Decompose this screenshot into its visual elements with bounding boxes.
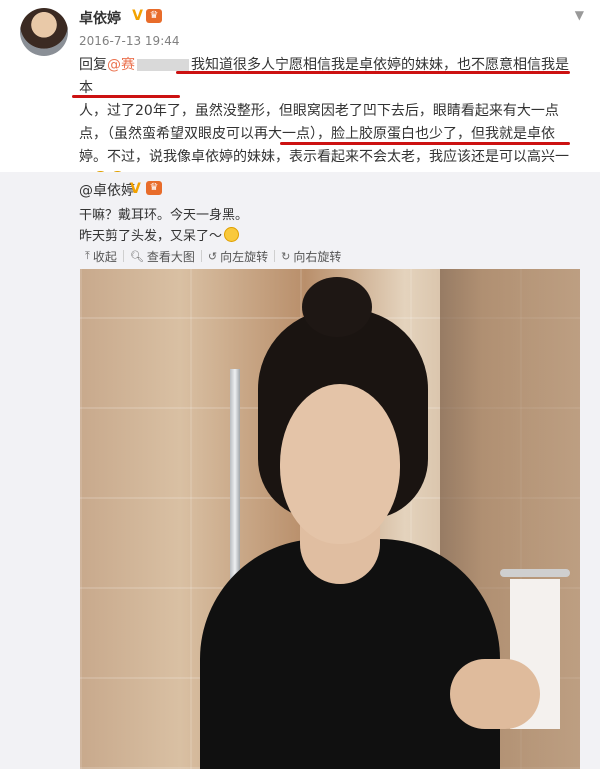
- mention-link[interactable]: @赛: [107, 57, 135, 73]
- chevron-down-icon[interactable]: ▼: [575, 8, 584, 22]
- hands: [450, 659, 540, 729]
- red-underline: [72, 95, 180, 98]
- avatar[interactable]: [20, 8, 68, 56]
- verified-v-icon: V: [132, 8, 143, 24]
- repost-text-line-1: 干嘛？戴耳环。今天一身黑。: [79, 208, 249, 223]
- rotate-right-label: 向右旋转: [293, 249, 342, 264]
- repost-text-line-2: 昨天剪了头发，又呆了～: [79, 225, 241, 244]
- view-large-label: 查看大图: [146, 249, 195, 264]
- repost-author[interactable]: @卓依婷: [79, 180, 135, 200]
- view-large-button[interactable]: 🔍︎ 查看大图: [124, 248, 201, 265]
- repost-text-line-2-text: 昨天剪了头发，又呆了～: [79, 229, 223, 244]
- post-photo[interactable]: [80, 269, 580, 769]
- face: [280, 384, 400, 544]
- member-crown-icon[interactable]: ♛: [146, 9, 162, 23]
- tongue-emoji-icon: [224, 227, 240, 242]
- collapse-icon: ⤒: [85, 249, 90, 262]
- rotate-left-icon: ↺: [207, 249, 218, 263]
- red-underline: [176, 71, 570, 74]
- collapse-button[interactable]: ⤒ 收起: [79, 248, 123, 265]
- hair-bun: [302, 277, 372, 337]
- rotate-left-label: 向左旋转: [220, 249, 269, 264]
- rotate-right-icon: ↻: [281, 249, 291, 263]
- reply-line-2: 人，过了20年了，虽然没整形，但眼窝因老了凹下去后，眼睛看起来有大一点: [79, 103, 559, 119]
- towel-rail: [500, 569, 570, 577]
- member-crown-icon[interactable]: ♛: [146, 181, 162, 195]
- repost-section: @卓依婷 V ♛ 干嘛？戴耳环。今天一身黑。 昨天剪了头发，又呆了～ ⤒ 收起 …: [0, 172, 600, 769]
- post-timestamp[interactable]: 2016-7-13 19:44: [79, 34, 180, 48]
- username[interactable]: 卓依婷: [79, 8, 121, 28]
- image-toolbar: ⤒ 收起 🔍︎ 查看大图 ↺ 向左旋转 ↻ 向右旋转: [79, 247, 347, 265]
- reply-prefix: 回复: [79, 57, 107, 73]
- reply-line-1: 回复@赛 我知道很多人宁愿相信我是卓依婷的妹妹，也不愿意相信我是本: [79, 54, 579, 100]
- red-underline: [280, 142, 570, 145]
- rotate-left-button[interactable]: ↺ 向左旋转: [202, 248, 274, 265]
- collapse-label: 收起: [92, 249, 117, 264]
- post-header: 卓依婷 V ♛ 2016-7-13 19:44 ▼: [0, 0, 600, 60]
- search-icon: 🔍︎: [129, 249, 144, 263]
- reply-line-4: 婷。不过，说我像卓依婷的妹妹，表示看起来不会太老，我应该还是可以高兴一: [79, 149, 569, 165]
- redacted-name: [137, 59, 189, 71]
- verified-v-icon: V: [130, 181, 141, 197]
- rotate-right-button[interactable]: ↻ 向右旋转: [275, 248, 347, 265]
